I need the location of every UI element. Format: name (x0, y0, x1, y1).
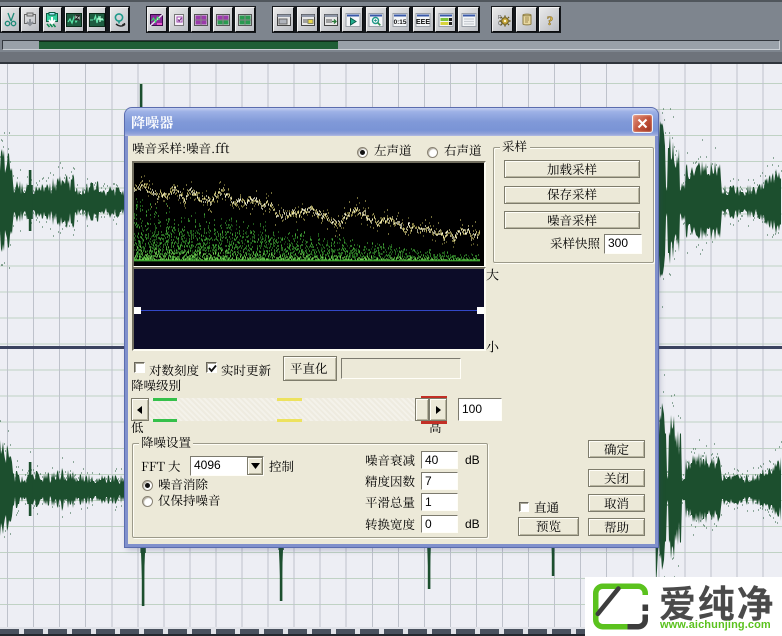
svg-text:?: ? (546, 13, 553, 28)
svg-text:EEE: EEE (416, 19, 430, 26)
svg-text:0:15: 0:15 (393, 19, 406, 26)
